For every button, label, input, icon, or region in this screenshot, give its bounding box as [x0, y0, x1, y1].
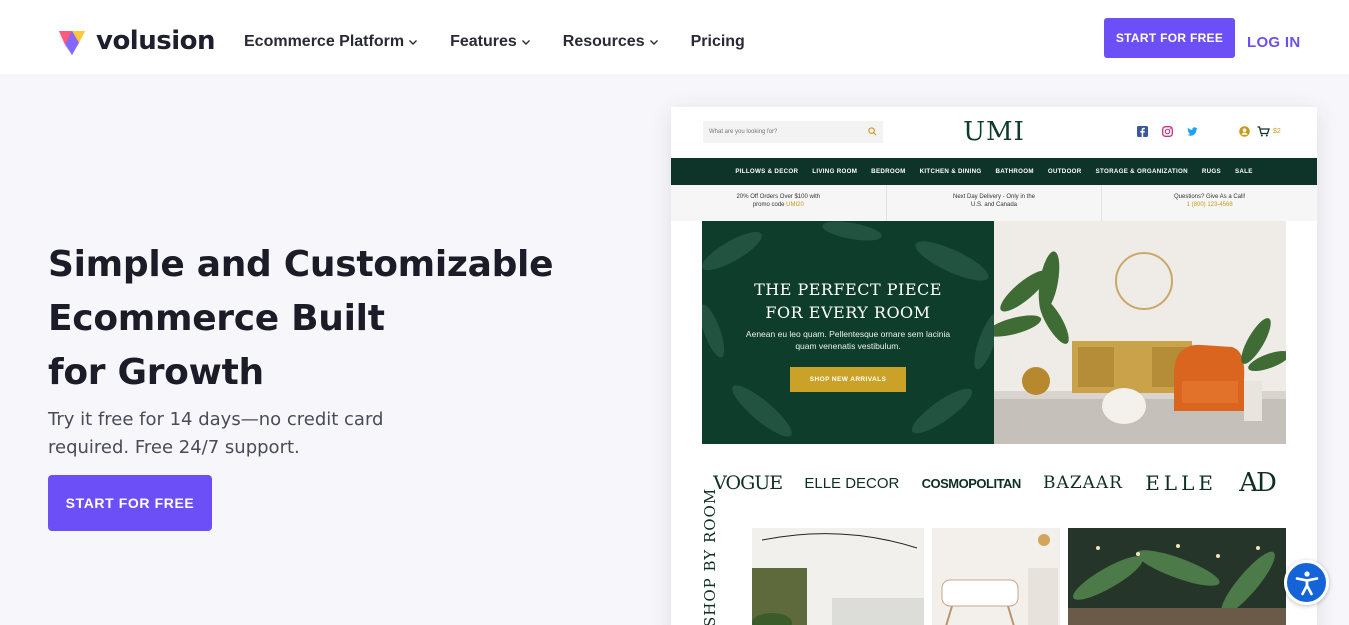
mockup-promo-bar: 20% Off Orders Over $100 with promo code…	[671, 185, 1317, 221]
press-logo: VOGUE	[713, 472, 783, 494]
nav-label: Resources	[562, 33, 645, 50]
volusion-logo[interactable]: volusion	[57, 25, 216, 57]
nav-label: Pricing	[690, 33, 745, 50]
store-preview-mockup: What are you looking for? UMI $2 PILLOWS…	[671, 107, 1317, 625]
hero-title-line: for Growth	[48, 352, 264, 393]
site-header: volusion Ecommerce Platform Features Res…	[0, 0, 1349, 74]
press-logo: AD	[1239, 468, 1277, 498]
mockup-nav-item: KITCHEN & DINING	[919, 168, 982, 175]
press-logo: ELLE	[1145, 471, 1217, 495]
living-room-illustration	[994, 221, 1286, 444]
main-nav: Ecommerce Platform Features Resources Pr…	[244, 33, 777, 51]
volusion-logo-icon	[59, 31, 85, 55]
living-room-photo	[994, 221, 1286, 444]
banner-title: THE PERFECT PIECE FOR EVERY ROOM	[702, 278, 994, 324]
banner-title-line: THE PERFECT PIECE	[754, 280, 942, 299]
hero-subtitle-line: required. Free 24/7 support.	[48, 437, 300, 458]
hero-title-line: Simple and Customizable	[48, 244, 554, 285]
promo-delivery: Next Day Delivery - Only in the U.S. and…	[887, 185, 1103, 221]
hero-title: Simple and Customizable Ecommerce Built …	[48, 238, 608, 400]
accessibility-button[interactable]	[1284, 560, 1329, 605]
room-tile-illustration	[932, 528, 1060, 625]
chevron-down-icon	[409, 40, 418, 45]
cart-count: $2	[1273, 128, 1281, 135]
mockup-nav-item: LIVING ROOM	[812, 168, 858, 175]
hero-title-line: Ecommerce Built	[48, 298, 385, 339]
promo-text: 20% Off Orders Over $100 with	[736, 194, 821, 200]
facebook-icon	[1137, 126, 1148, 137]
hero-subtitle: Try it free for 14 days—no credit card r…	[48, 406, 448, 462]
nav-item-ecommerce-platform[interactable]: Ecommerce Platform	[244, 33, 418, 51]
shop-by-room-label: SHOP BY ROOM	[701, 487, 719, 625]
promo-code: UMI20	[786, 201, 804, 208]
mockup-social-links	[1137, 126, 1212, 137]
mockup-nav-item: RUGS	[1201, 168, 1221, 175]
promo-phone: 1 (800) 123-4568	[1186, 201, 1233, 208]
mockup-category-nav: PILLOWS & DECOR LIVING ROOM BEDROOM KITC…	[671, 158, 1317, 185]
room-tile-photo	[752, 528, 924, 625]
login-link[interactable]: LOG IN	[1247, 34, 1300, 51]
mockup-nav-item: PILLOWS & DECOR	[735, 168, 799, 175]
nav-item-pricing[interactable]: Pricing	[691, 33, 745, 51]
chevron-down-icon	[521, 40, 530, 45]
mockup-nav-item: BEDROOM	[871, 168, 906, 175]
promo-text: promo code	[752, 201, 787, 208]
mockup-nav-item: OUTDOOR	[1047, 168, 1082, 175]
room-tile-illustration	[1068, 528, 1286, 625]
room-tile-illustration	[752, 528, 924, 625]
mockup-nav-item: STORAGE & ORGANIZATION	[1095, 168, 1188, 175]
shop-new-arrivals-button: SHOP NEW ARRIVALS	[790, 367, 906, 392]
press-logo: BAZAAR	[1043, 473, 1123, 493]
mockup-nav-item: SALE	[1234, 168, 1253, 175]
nav-item-resources[interactable]: Resources	[563, 33, 659, 51]
mockup-press-logos: VOGUE ELLE DECOR COSMOPOLITAN BAZAAR ELL…	[702, 468, 1286, 498]
cart-icon	[1257, 126, 1270, 137]
room-tile-photo	[1068, 528, 1286, 625]
room-tile-photo	[932, 528, 1060, 625]
promo-discount: 20% Off Orders Over $100 with promo code…	[671, 185, 887, 221]
promo-contact: Questions? Give As a Call! 1 (800) 123-4…	[1102, 185, 1317, 221]
banner-subtitle: Aenean eu leo quam. Pellentesque ornare …	[745, 329, 951, 351]
nav-label: Features	[450, 33, 517, 50]
account-icon	[1239, 126, 1250, 137]
chevron-down-icon	[649, 40, 658, 45]
mockup-store-logo: UMI	[963, 117, 1025, 147]
banner-title-line: FOR EVERY ROOM	[765, 303, 931, 322]
start-for-free-hero-button[interactable]: START FOR FREE	[48, 475, 212, 531]
instagram-icon	[1162, 126, 1173, 137]
twitter-icon	[1187, 127, 1198, 136]
promo-text: Next Day Delivery - Only in the	[952, 194, 1036, 200]
accessibility-icon	[1295, 570, 1318, 595]
mockup-account-cart: $2	[1239, 126, 1281, 137]
promo-text: U.S. and Canada	[970, 201, 1018, 208]
brand-name: volusion	[96, 26, 216, 56]
start-for-free-header-button[interactable]: START FOR FREE	[1104, 18, 1235, 58]
promo-text: Questions? Give As a Call!	[1173, 194, 1246, 200]
mockup-hero-banner: THE PERFECT PIECE FOR EVERY ROOM Aenean …	[702, 221, 994, 444]
press-logo: ELLE DECOR	[804, 474, 900, 492]
mockup-nav-item: BATHROOM	[995, 168, 1034, 175]
nav-label: Ecommerce Platform	[244, 33, 405, 50]
press-logo: COSMOPOLITAN	[921, 475, 1022, 491]
nav-item-features[interactable]: Features	[450, 33, 531, 51]
hero-subtitle-line: Try it free for 14 days—no credit card	[48, 409, 384, 430]
